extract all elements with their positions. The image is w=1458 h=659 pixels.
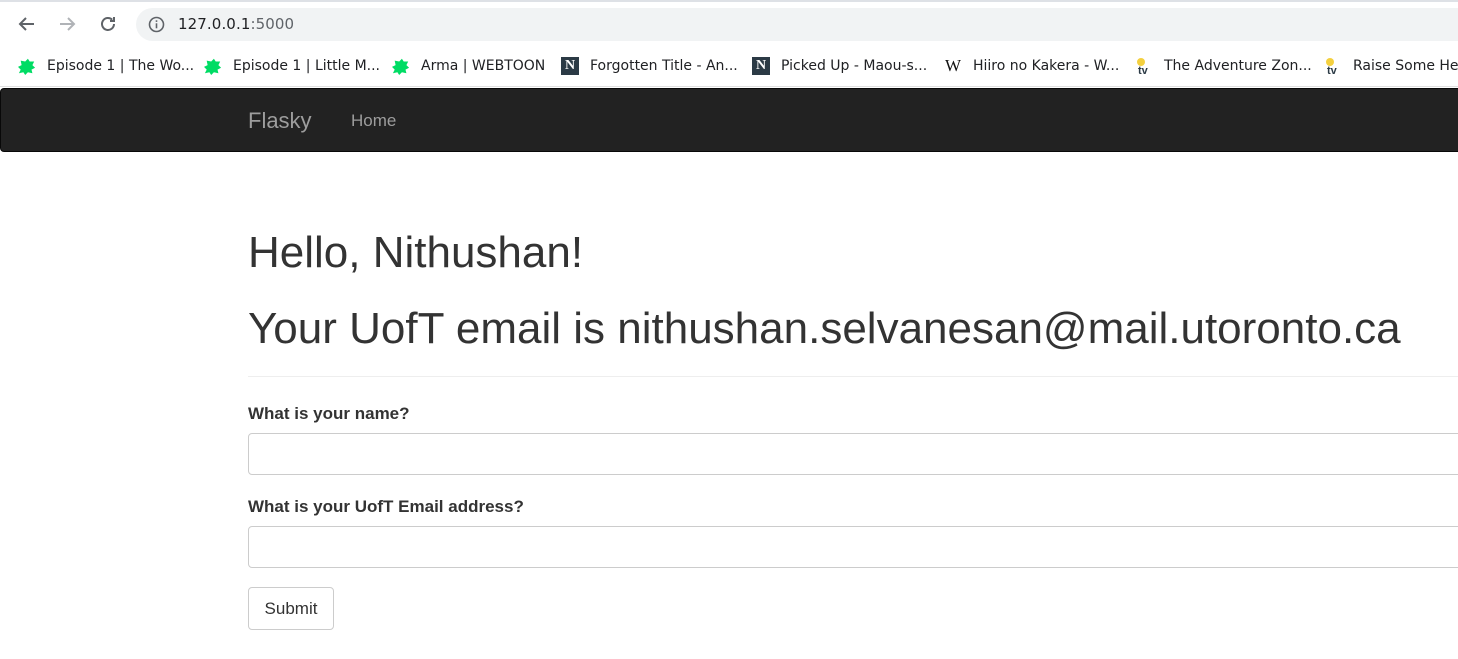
tv-icon: tv (1324, 57, 1342, 75)
webtoon-icon (18, 57, 36, 75)
name-input[interactable] (248, 433, 1458, 475)
bookmark-item[interactable]: Arma | WEBTOON (392, 54, 545, 78)
reload-icon[interactable] (94, 10, 122, 38)
bookmark-label: Raise Some Hel (1353, 58, 1458, 74)
tv-icon: tv (1135, 57, 1153, 75)
url-port: :5000 (250, 15, 295, 33)
address-bar[interactable]: 127.0.0.1:5000 (136, 8, 1458, 41)
url-text[interactable]: 127.0.0.1:5000 (178, 15, 294, 33)
novelupdates-icon: N (752, 57, 770, 75)
bookmark-item[interactable]: tv Raise Some Hel (1324, 54, 1458, 78)
navbar-brand-link[interactable]: Flasky (248, 108, 312, 134)
bookmark-label: Forgotten Title - An... (590, 58, 738, 74)
divider (248, 376, 1458, 377)
bookmark-item[interactable]: N Picked Up - Maou-s... (752, 54, 927, 78)
forward-arrow-icon[interactable] (53, 10, 81, 38)
svg-text:tv: tv (1327, 65, 1338, 75)
bookmark-item[interactable]: Episode 1 | Little M... (204, 54, 380, 78)
webtoon-icon (204, 57, 222, 75)
bookmark-item[interactable]: Episode 1 | The Wo... (18, 54, 194, 78)
tab-strip-edge (0, 0, 1458, 2)
url-host: 127.0.0.1 (178, 15, 251, 33)
nav-home-link[interactable]: Home (351, 111, 396, 131)
bookmark-label: Episode 1 | The Wo... (47, 58, 195, 74)
name-label: What is your name? (248, 404, 410, 423)
browser-toolbar: 127.0.0.1:5000 (0, 0, 1458, 46)
bookmark-label: Arma | WEBTOON (421, 58, 546, 74)
email-heading: Your UofT email is nithushan.selvanesan@… (248, 304, 1401, 353)
wikipedia-icon: W (944, 56, 962, 75)
bookmark-item[interactable]: N Forgotten Title - An... (561, 54, 738, 78)
bookmark-label: The Adventure Zon... (1164, 58, 1312, 74)
webtoon-icon (392, 57, 410, 75)
bookmarks-bar: Episode 1 | The Wo... Episode 1 | Little… (0, 46, 1458, 87)
back-arrow-icon[interactable] (13, 10, 41, 38)
bookmark-item[interactable]: tv The Adventure Zon... (1135, 54, 1312, 78)
site-info-icon[interactable] (148, 16, 165, 33)
svg-text:tv: tv (1138, 65, 1149, 75)
bookmark-label: Episode 1 | Little M... (233, 58, 381, 74)
submit-button[interactable]: Submit (248, 587, 334, 630)
novelupdates-icon: N (561, 57, 579, 75)
bookmark-item[interactable]: W Hiiro no Kakera - W... (944, 54, 1119, 78)
greeting-heading: Hello, Nithushan! (248, 228, 584, 277)
bookmark-label: Hiiro no Kakera - W... (973, 58, 1120, 74)
site-navbar: Flasky Home (0, 88, 1458, 152)
email-input[interactable] (248, 526, 1458, 568)
bookmark-label: Picked Up - Maou-s... (781, 58, 928, 74)
email-label: What is your UofT Email address? (248, 497, 524, 516)
